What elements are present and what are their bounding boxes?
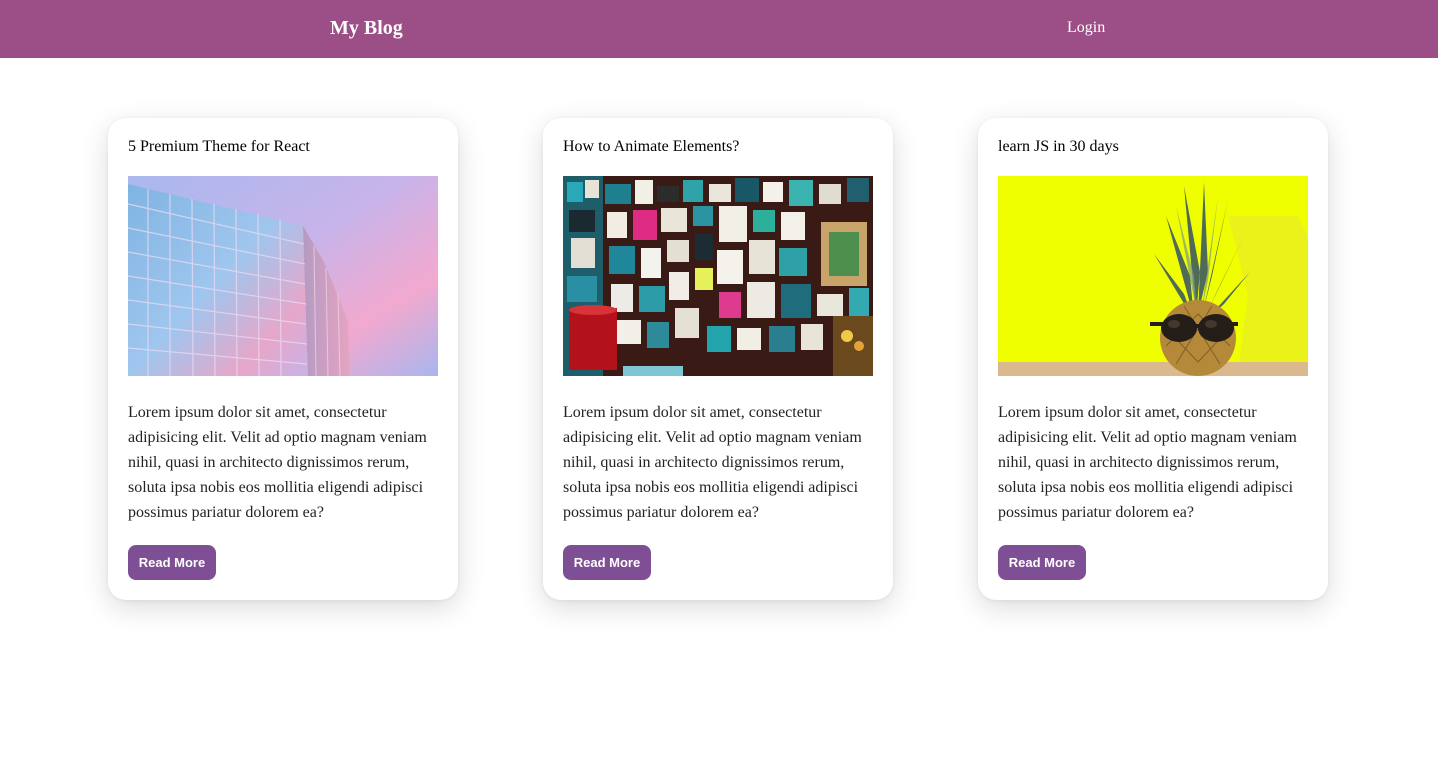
post-card: How to Animate Elements? Lorem ipsum dol…	[543, 118, 893, 600]
post-title: How to Animate Elements?	[563, 138, 740, 155]
post-excerpt: Lorem ipsum dolor sit amet, consectetur …	[128, 404, 427, 521]
read-more-button[interactable]: Read More	[998, 545, 1086, 580]
post-card: learn JS in 30 days Lorem ipsum dolor si…	[978, 118, 1328, 600]
read-more-button[interactable]: Read More	[128, 545, 216, 580]
post-title: learn JS in 30 days	[998, 138, 1119, 155]
poster-wall-image	[563, 176, 873, 376]
post-title: 5 Premium Theme for React	[128, 138, 310, 155]
post-card: 5 Premium Theme for React Lorem ipsum do…	[108, 118, 458, 600]
login-link[interactable]: Login	[1067, 18, 1105, 38]
post-excerpt: Lorem ipsum dolor sit amet, consectetur …	[998, 404, 1297, 521]
navbar: My Blog Login	[0, 0, 1438, 58]
read-more-button[interactable]: Read More	[563, 545, 651, 580]
post-excerpt: Lorem ipsum dolor sit amet, consectetur …	[563, 404, 862, 521]
glass-building-image	[128, 176, 438, 376]
brand-logo[interactable]: My Blog	[330, 16, 403, 40]
pineapple-sunglasses-image	[998, 176, 1308, 376]
